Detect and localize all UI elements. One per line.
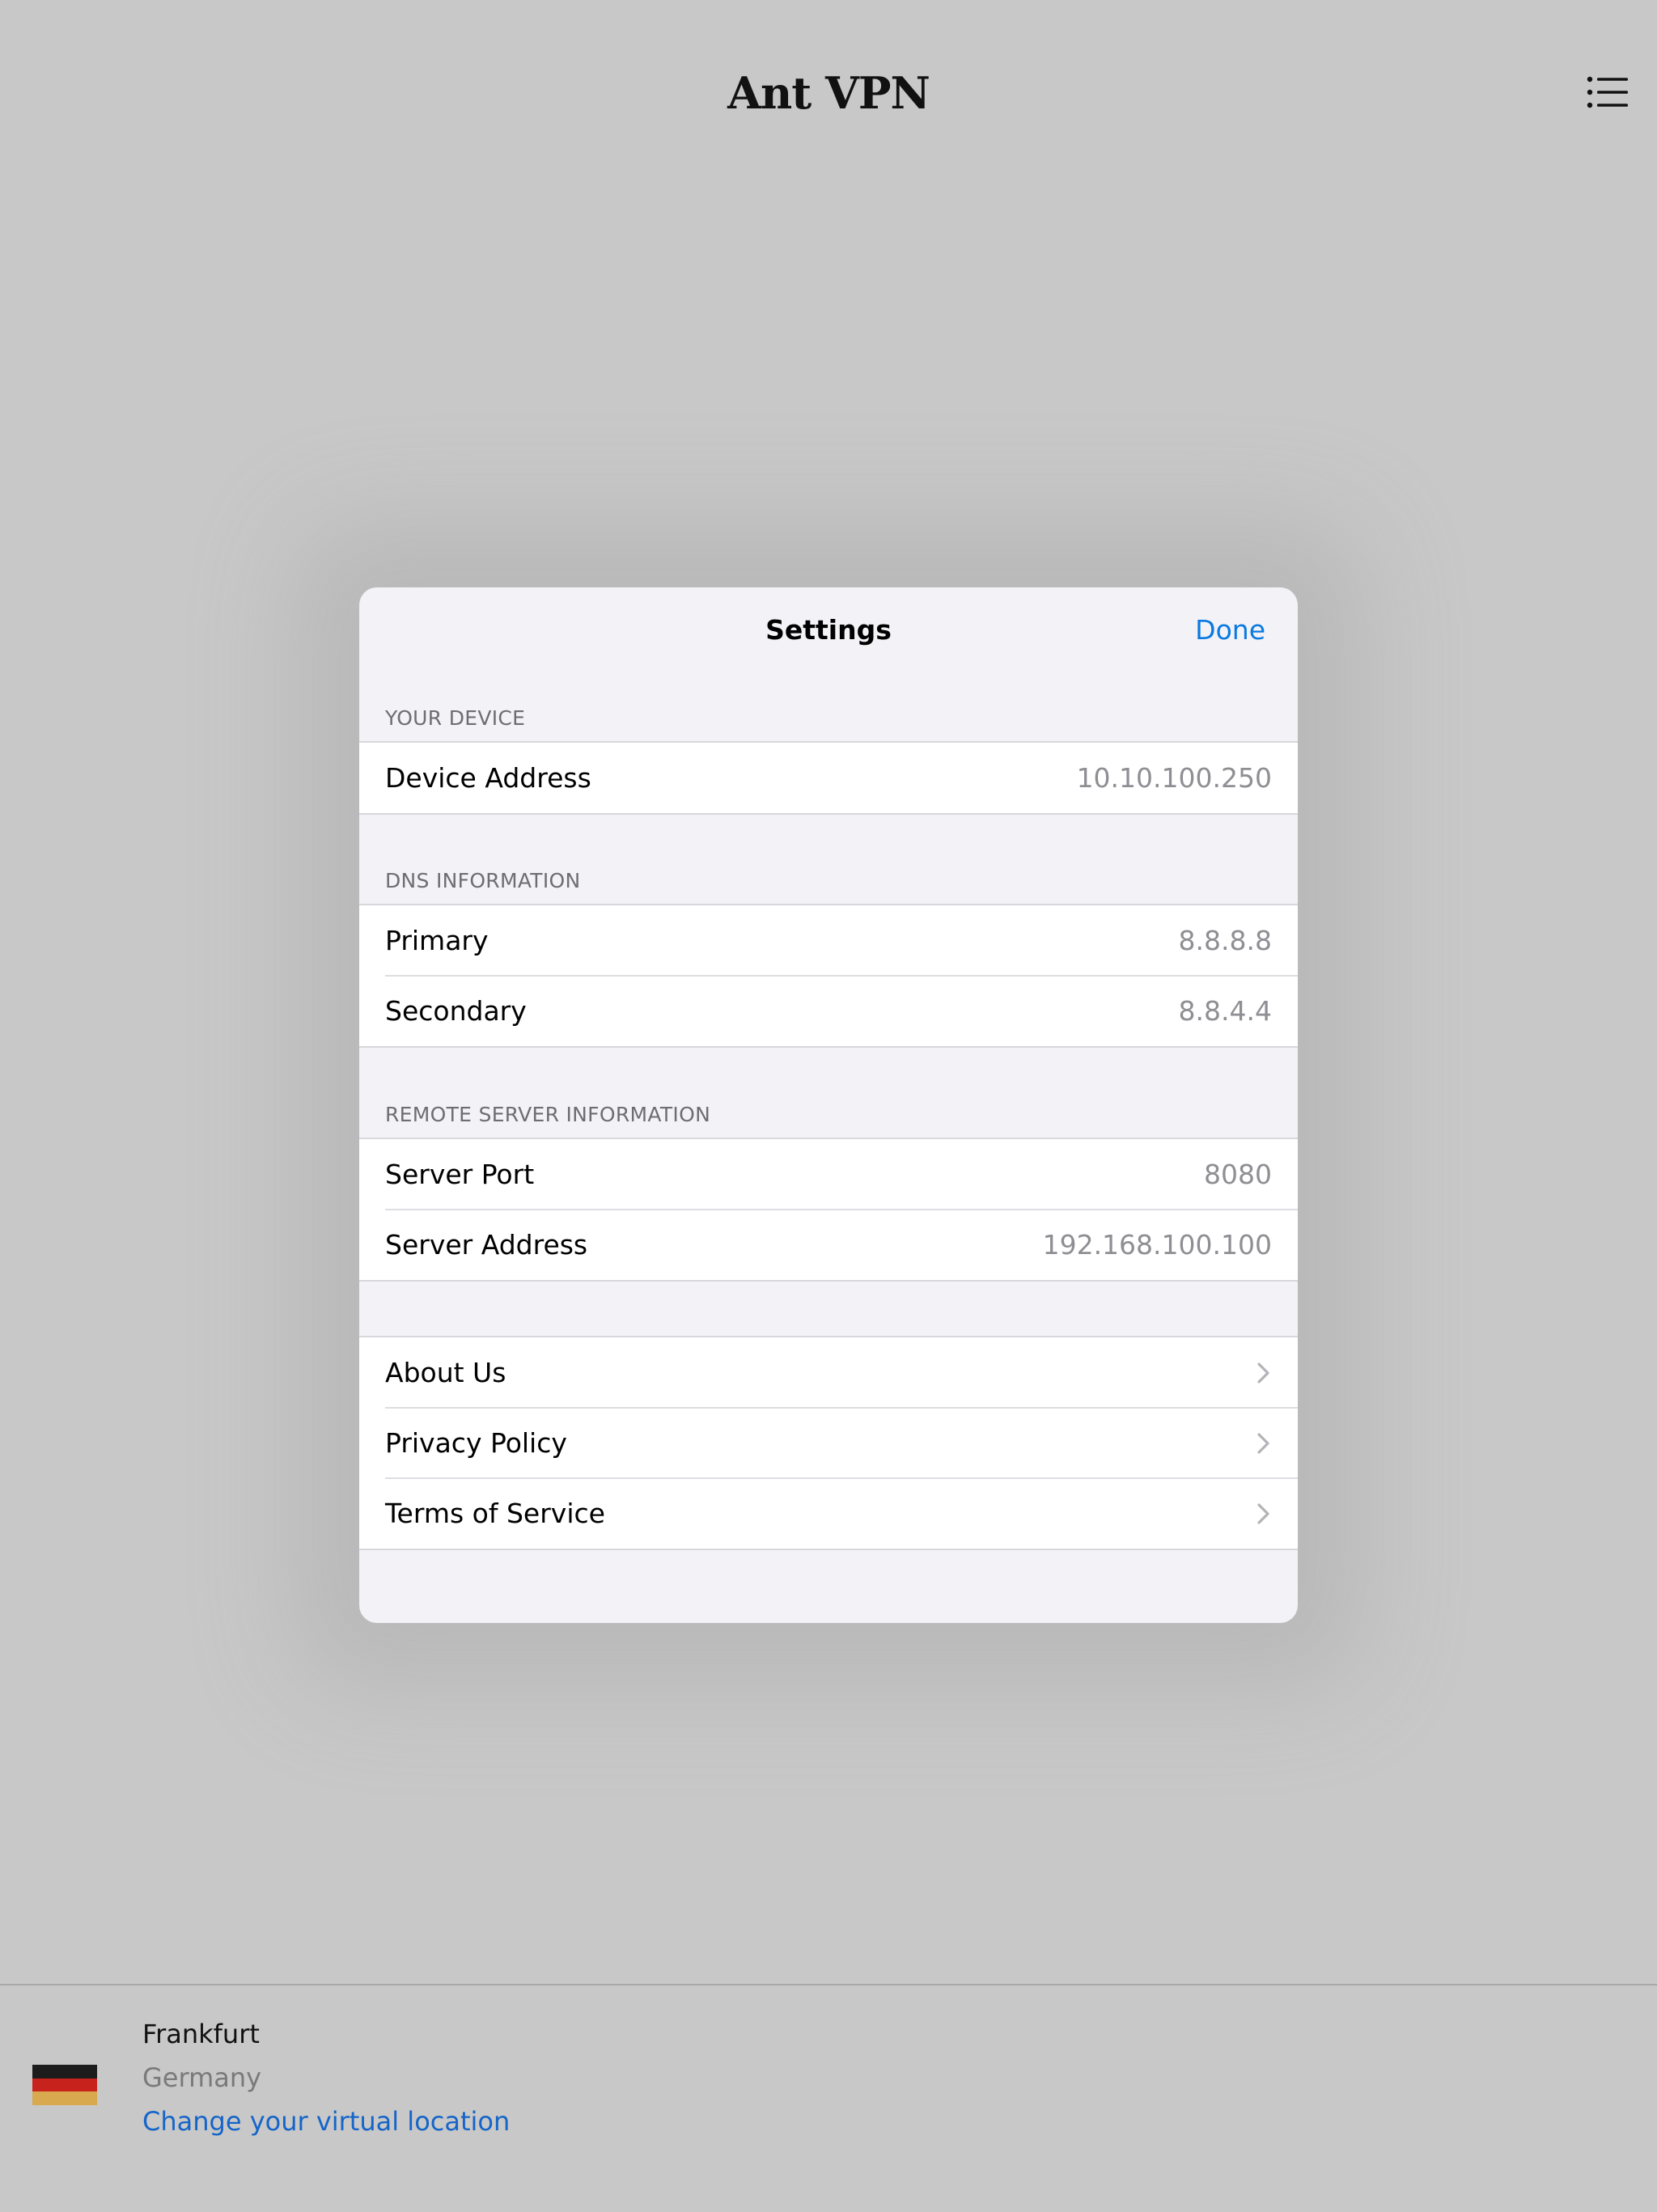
done-button[interactable]: Done xyxy=(1195,610,1265,650)
dns-primary-row: Primary 8.8.8.8 xyxy=(359,905,1298,976)
row-label: Server Address xyxy=(385,1229,588,1261)
sheet-title: Settings xyxy=(765,614,892,646)
section-header-remote-server: REMOTE SERVER INFORMATION xyxy=(385,1103,711,1126)
row-label: About Us xyxy=(385,1357,506,1388)
row-label: Privacy Policy xyxy=(385,1427,567,1459)
server-address-row: Server Address 192.168.100.100 xyxy=(359,1209,1298,1280)
server-address-value: 192.168.100.100 xyxy=(1042,1229,1272,1261)
row-label: Primary xyxy=(385,925,489,956)
section-header-your-device: YOUR DEVICE xyxy=(385,706,526,730)
change-location-link[interactable]: Change your virtual location xyxy=(142,2104,510,2139)
flag-stripe-red xyxy=(32,2078,97,2092)
germany-flag-icon xyxy=(32,2065,97,2105)
location-bar: Frankfurt Germany Change your virtual lo… xyxy=(0,1984,1657,2212)
privacy-policy-row[interactable]: Privacy Policy xyxy=(359,1407,1298,1478)
flag-stripe-gold xyxy=(32,2091,97,2105)
row-label: Server Port xyxy=(385,1159,535,1190)
chevron-right-icon xyxy=(1257,1503,1269,1524)
device-group: Device Address 10.10.100.250 xyxy=(359,741,1298,815)
terms-of-service-row[interactable]: Terms of Service xyxy=(359,1477,1298,1549)
row-label: Terms of Service xyxy=(385,1498,605,1529)
sheet-header: Settings Done xyxy=(359,587,1298,676)
dns-secondary-value: 8.8.4.4 xyxy=(1178,995,1272,1027)
settings-sheet: Settings Done YOUR DEVICE Device Address… xyxy=(359,587,1298,1623)
server-port-row: Server Port 8080 xyxy=(359,1139,1298,1210)
remote-server-group: Server Port 8080 Server Address 192.168.… xyxy=(359,1138,1298,1282)
about-us-row[interactable]: About Us xyxy=(359,1337,1298,1408)
row-label: Device Address xyxy=(385,762,591,794)
menu-button[interactable] xyxy=(1586,74,1631,110)
device-address-value: 10.10.100.250 xyxy=(1076,762,1272,794)
flag-stripe-black xyxy=(32,2065,97,2079)
chevron-right-icon xyxy=(1257,1362,1269,1384)
server-port-value: 8080 xyxy=(1204,1159,1272,1190)
links-group: About Us Privacy Policy Terms of Service xyxy=(359,1336,1298,1550)
dns-secondary-row: Secondary 8.8.4.4 xyxy=(359,975,1298,1046)
section-header-dns: DNS INFORMATION xyxy=(385,869,581,892)
device-address-row: Device Address 10.10.100.250 xyxy=(359,743,1298,813)
dns-primary-value: 8.8.8.8 xyxy=(1178,925,1272,956)
dns-group: Primary 8.8.8.8 Secondary 8.8.4.4 xyxy=(359,904,1298,1048)
app-title: Ant VPN xyxy=(727,67,930,119)
row-label: Secondary xyxy=(385,995,527,1027)
chevron-right-icon xyxy=(1257,1433,1269,1454)
location-country: Germany xyxy=(142,2062,262,2093)
location-city: Frankfurt xyxy=(142,2019,260,2049)
list-icon xyxy=(1587,76,1628,108)
